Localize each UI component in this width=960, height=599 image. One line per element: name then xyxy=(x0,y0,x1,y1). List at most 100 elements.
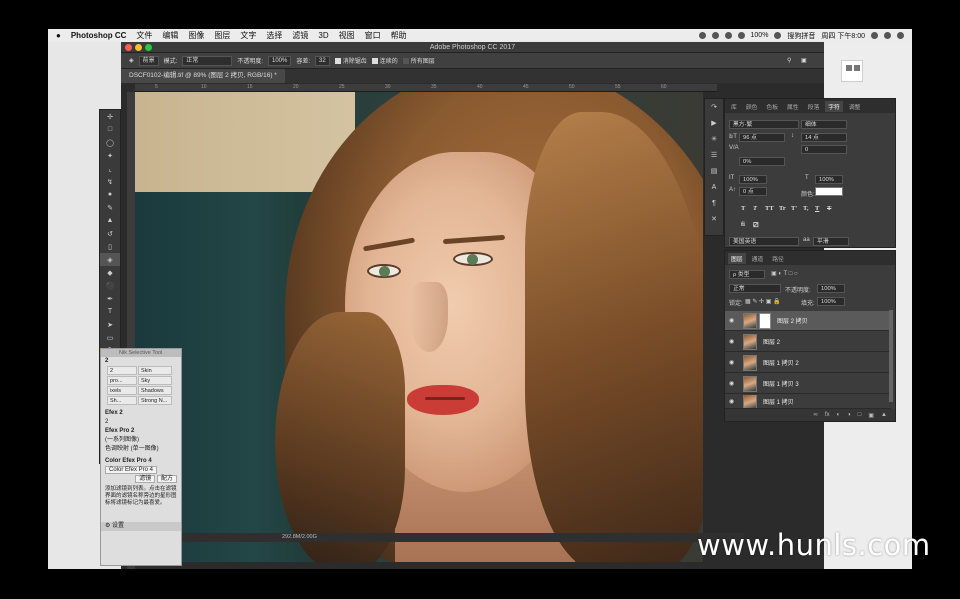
layer-row[interactable]: ◉ 图层 2 拷贝 xyxy=(725,311,891,331)
history-icon[interactable]: ↷ xyxy=(705,99,723,115)
all-layers-checkbox[interactable]: 所有图层 xyxy=(402,56,435,65)
minimize-window-button[interactable] xyxy=(135,44,142,51)
mask-icon[interactable]: ◐ xyxy=(837,412,841,418)
rectangle-tool-icon[interactable]: ▭ xyxy=(100,331,120,344)
lasso-tool-icon[interactable]: ◯ xyxy=(100,136,120,149)
nik-grid-cell[interactable]: Sh... xyxy=(107,396,137,405)
paint-bucket-tool-icon[interactable]: ◈ xyxy=(100,253,120,266)
layer-mask-thumbnail[interactable] xyxy=(759,312,771,329)
tab-properties[interactable]: 属性 xyxy=(784,101,802,112)
character-icon[interactable]: A xyxy=(705,179,723,195)
document-tab[interactable]: DSCF0102-编辑.tif @ 89% (图层 2 拷贝, RGB/16) … xyxy=(121,69,285,83)
small-caps-button[interactable]: Tr xyxy=(779,205,786,212)
fill-source-select[interactable]: 前景 xyxy=(138,55,159,66)
tab-paths[interactable]: 路径 xyxy=(769,253,787,264)
eyedropper-tool-icon[interactable]: ↯ xyxy=(100,175,120,188)
faux-italic-button[interactable]: T xyxy=(753,205,757,212)
history-brush-tool-icon[interactable]: ↺ xyxy=(100,227,120,240)
layers-scrollbar[interactable] xyxy=(889,310,893,402)
nik-grid-cell[interactable]: Sky xyxy=(138,376,172,385)
clock[interactable]: 周四 下午8:00 xyxy=(821,31,865,41)
lock-icons[interactable]: ▦ ✎ ✢ ▣ 🔒 xyxy=(745,298,781,305)
all-caps-button[interactable]: TT xyxy=(765,205,774,212)
blend-mode-select[interactable]: 正常 xyxy=(729,284,781,293)
apple-menu-icon[interactable]: ● xyxy=(56,31,61,40)
tab-paragraph[interactable]: 段落 xyxy=(805,101,823,112)
marquee-tool-icon[interactable]: □ xyxy=(100,123,120,136)
layer-row[interactable]: ◉ 图层 1 拷贝 xyxy=(725,395,891,409)
eraser-tool-icon[interactable]: ▯ xyxy=(100,240,120,253)
dodge-tool-icon[interactable]: ⚫ xyxy=(100,279,120,292)
oldstyle-button[interactable]: ⚂ xyxy=(753,221,759,229)
volume-icon[interactable] xyxy=(737,32,745,39)
menu-file[interactable]: 文件 xyxy=(136,30,152,41)
siri-icon[interactable] xyxy=(884,32,891,39)
menu-image[interactable]: 图像 xyxy=(188,30,204,41)
antialias-checkbox[interactable]: 消除锯齿 xyxy=(334,56,367,65)
subscript-button[interactable]: T, xyxy=(803,205,808,212)
app-menu[interactable]: Photoshop CC xyxy=(71,31,127,40)
tab-layers[interactable]: 图层 xyxy=(728,252,746,264)
opacity-input[interactable]: 100% xyxy=(817,284,845,293)
contiguous-checkbox[interactable]: 连续的 xyxy=(371,56,398,65)
font-size-input[interactable]: 96 点 xyxy=(739,133,785,142)
mode-select[interactable]: 正常 xyxy=(182,55,233,66)
visibility-eye-icon[interactable]: ◉ xyxy=(729,380,737,387)
filter-icons[interactable]: ▣ ◐ T □ ○ xyxy=(771,270,798,277)
baseline-input[interactable]: 0 点 xyxy=(739,187,767,196)
nik-settings[interactable]: ⚙ 设置 xyxy=(101,522,181,531)
underline-button[interactable]: T xyxy=(815,205,819,212)
visibility-eye-icon[interactable]: ◉ xyxy=(729,317,737,324)
visibility-eye-icon[interactable]: ◉ xyxy=(729,398,737,405)
cep4-launch-button[interactable]: Color Efex Pro 4 xyxy=(101,466,181,475)
menu-3d[interactable]: 3D xyxy=(318,31,328,40)
nik-grid-cell[interactable]: Strong N... xyxy=(138,396,172,405)
recipe-button[interactable]: 配方 xyxy=(156,475,177,483)
layer-row[interactable]: ◉ 图层 2 xyxy=(725,332,891,352)
type-tool-icon[interactable]: T xyxy=(100,305,120,318)
crop-tool-icon[interactable]: ⌞ xyxy=(100,162,120,175)
faux-bold-button[interactable]: T xyxy=(741,205,745,212)
menu-edit[interactable]: 编辑 xyxy=(162,30,178,41)
strikethrough-button[interactable]: T xyxy=(827,205,831,212)
visibility-eye-icon[interactable]: ◉ xyxy=(729,338,737,345)
paint-bucket-tool-icon[interactable]: ◈ xyxy=(129,57,134,64)
clone-stamp-tool-icon[interactable]: ▲ xyxy=(100,214,120,227)
visibility-eye-icon[interactable]: ◉ xyxy=(729,359,737,366)
menu-type[interactable]: 文字 xyxy=(240,30,256,41)
tab-color[interactable]: 颜色 xyxy=(743,101,761,112)
properties-icon[interactable]: ▤ xyxy=(705,163,723,179)
filter-button[interactable]: 滤镜 xyxy=(135,475,156,483)
close-window-button[interactable] xyxy=(125,44,132,51)
nik-grid-cell[interactable]: 2 xyxy=(107,366,137,375)
vertical-scale-input[interactable]: 100% xyxy=(739,175,767,184)
menu-window[interactable]: 窗口 xyxy=(365,30,381,41)
nik-row[interactable]: 色调映射 (单一图像) xyxy=(101,445,181,454)
nik-grid-cell[interactable]: Shadows xyxy=(138,386,172,395)
cloud-icon[interactable] xyxy=(711,32,719,39)
menu-view[interactable]: 视图 xyxy=(339,30,355,41)
nik-grid-cell[interactable]: ixels xyxy=(107,386,137,395)
brush-presets-icon[interactable]: ☰ xyxy=(705,147,723,163)
menu-layer[interactable]: 图层 xyxy=(214,30,230,41)
tab-character[interactable]: 字符 xyxy=(825,100,843,112)
group-icon[interactable]: □ xyxy=(858,412,862,418)
layer-row[interactable]: ◉ 图层 1 拷贝 2 xyxy=(725,353,891,373)
nik-row[interactable]: 2 xyxy=(101,418,181,427)
input-method[interactable]: 搜狗拼音 xyxy=(787,31,815,41)
nik-grid-cell[interactable]: pro... xyxy=(107,376,137,385)
path-selection-tool-icon[interactable]: ➤ xyxy=(100,318,120,331)
nik-grid-cell[interactable]: Skin xyxy=(138,366,172,375)
document-canvas[interactable] xyxy=(135,92,703,562)
wechat-icon[interactable] xyxy=(698,32,706,39)
ligature-button[interactable]: fi xyxy=(741,221,745,228)
battery-icon[interactable] xyxy=(774,32,782,39)
menu-help[interactable]: 帮助 xyxy=(391,30,407,41)
tab-libraries[interactable]: 库 xyxy=(728,101,740,112)
text-color-swatch[interactable] xyxy=(815,187,843,196)
notification-center-icon[interactable] xyxy=(897,32,904,39)
layer-row[interactable]: ◉ 图层 1 拷贝 3 xyxy=(725,374,891,394)
opacity-input[interactable]: 100% xyxy=(267,55,292,66)
brush-tool-icon[interactable]: ✎ xyxy=(100,201,120,214)
blur-tool-icon[interactable]: ◆ xyxy=(100,266,120,279)
